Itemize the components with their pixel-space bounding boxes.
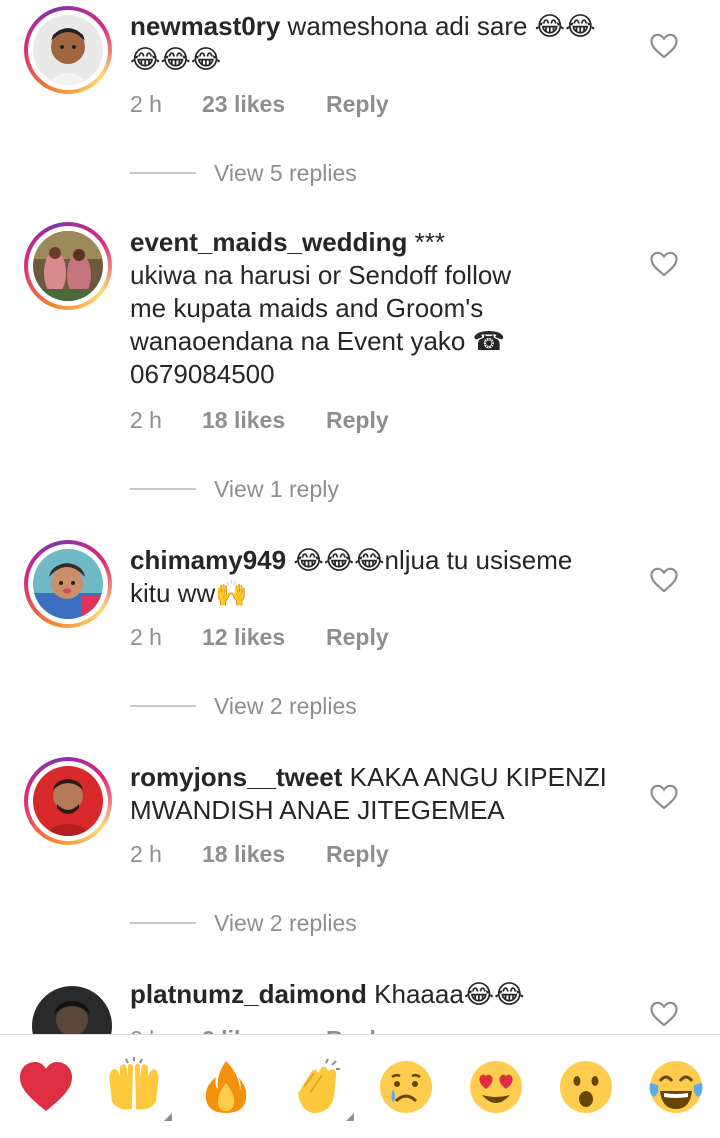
comment-time: 2 h — [130, 624, 162, 650]
variant-indicator-icon — [346, 1113, 354, 1121]
like-heart-icon[interactable] — [650, 1001, 678, 1027]
story-ring[interactable] — [24, 757, 112, 845]
clapping-hands-emoji-button[interactable] — [286, 1057, 354, 1121]
story-ring[interactable] — [24, 222, 112, 310]
replies-divider — [130, 705, 196, 707]
like-heart-icon[interactable] — [650, 33, 678, 59]
comment-time: 2 h — [130, 91, 162, 117]
story-ring[interactable] — [24, 540, 112, 628]
like-heart-icon[interactable] — [650, 567, 678, 593]
comment-time: 2 h — [130, 841, 162, 867]
comment-body: chimamy949 😂😂😂nljua tu usiseme kitu ww🙌 — [130, 544, 610, 610]
replies-divider — [130, 922, 196, 924]
view-replies-button[interactable]: View 1 reply — [130, 474, 530, 504]
astonished-face-emoji-button[interactable] — [556, 1057, 616, 1117]
view-replies-button[interactable]: View 2 replies — [130, 691, 530, 721]
story-ring[interactable] — [24, 6, 112, 94]
avatar[interactable] — [33, 15, 103, 85]
comment-likes[interactable]: 12 likes — [202, 622, 285, 652]
view-replies-label: View 1 reply — [214, 476, 339, 502]
reply-button[interactable]: Reply — [326, 1024, 389, 1034]
avatar[interactable] — [32, 986, 112, 1034]
comment-username[interactable]: romyjons__tweet — [130, 762, 342, 792]
red-heart-emoji-button[interactable] — [16, 1057, 76, 1117]
comments-list[interactable]: newmast0ry wameshona adi sare 😂😂 😂😂😂 2 h… — [0, 0, 720, 1034]
comment-username[interactable]: newmast0ry — [130, 11, 280, 41]
raising-hands-emoji-button[interactable] — [104, 1057, 172, 1121]
comment-username[interactable]: platnumz_daimond — [130, 979, 367, 1009]
replies-divider — [130, 172, 196, 174]
comment-username[interactable]: chimamy949 — [130, 545, 286, 575]
reply-button[interactable]: Reply — [326, 405, 389, 435]
view-replies-label: View 2 replies — [214, 910, 357, 936]
comment-body: platnumz_daimond Khaaaa😂😂 — [130, 978, 610, 1011]
comment-time: 2 h — [130, 1024, 162, 1034]
avatar[interactable] — [33, 766, 103, 836]
comment-likes[interactable]: 2 likes — [202, 1024, 272, 1034]
view-replies-button[interactable]: View 5 replies — [130, 158, 530, 188]
variant-indicator-icon — [164, 1113, 172, 1121]
comment-body: romyjons__tweet KAKA ANGU KIPENZI MWANDI… — [130, 761, 610, 827]
like-heart-icon[interactable] — [650, 784, 678, 810]
avatar-frame[interactable] — [24, 978, 112, 1034]
comment-text: Khaaaa😂😂 — [374, 979, 525, 1009]
fire-emoji-button[interactable] — [196, 1057, 256, 1117]
comment-username[interactable]: event_maids_wedding — [130, 227, 407, 257]
reply-button[interactable]: Reply — [326, 89, 389, 119]
avatar[interactable] — [33, 549, 103, 619]
view-replies-button[interactable]: View 2 replies — [130, 908, 530, 938]
like-heart-icon[interactable] — [650, 251, 678, 277]
comment-body: event_maids_wedding *** ukiwa na harusi … — [130, 226, 610, 391]
view-replies-label: View 5 replies — [214, 160, 357, 186]
comment-body: newmast0ry wameshona adi sare 😂😂 😂😂😂 — [130, 10, 610, 76]
comment-likes[interactable]: 23 likes — [202, 89, 285, 119]
avatar[interactable] — [33, 231, 103, 301]
heart-eyes-emoji-button[interactable] — [466, 1057, 526, 1117]
view-replies-label: View 2 replies — [214, 693, 357, 719]
comment-likes[interactable]: 18 likes — [202, 839, 285, 869]
comment-time: 2 h — [130, 407, 162, 433]
emoji-reaction-bar — [0, 1034, 720, 1138]
reply-button[interactable]: Reply — [326, 839, 389, 869]
crying-face-emoji-button[interactable] — [376, 1057, 436, 1117]
replies-divider — [130, 488, 196, 490]
reply-button[interactable]: Reply — [326, 622, 389, 652]
comment-likes[interactable]: 18 likes — [202, 405, 285, 435]
tears-of-joy-emoji-button[interactable] — [646, 1057, 706, 1117]
